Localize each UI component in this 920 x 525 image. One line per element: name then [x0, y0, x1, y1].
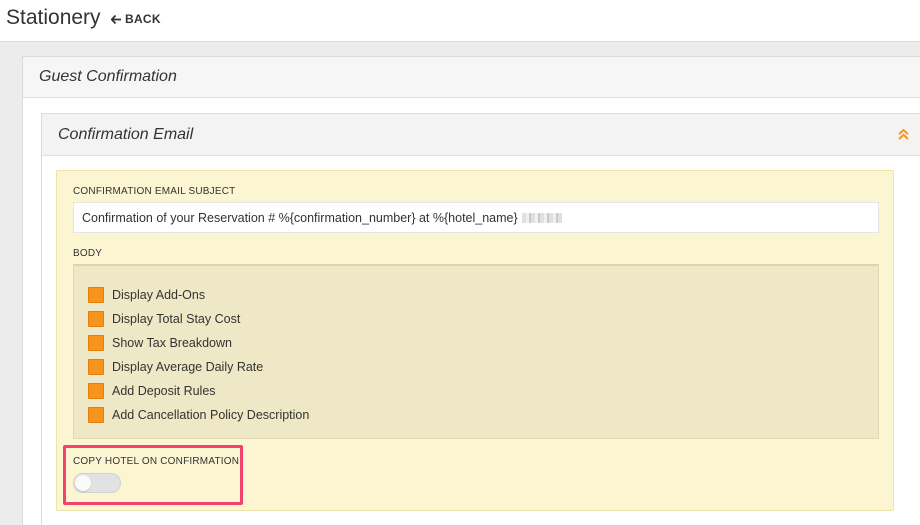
subject-label: CONFIRMATION EMAIL SUBJECT: [73, 186, 236, 197]
subject-input[interactable]: Confirmation of your Reservation # %{con…: [73, 202, 879, 233]
option-label: Add Deposit Rules: [112, 384, 216, 398]
body-option-display-add-ons[interactable]: Display Add-Ons: [88, 283, 309, 307]
option-toggle-square[interactable]: [88, 287, 104, 303]
body-options-list: Display Add-Ons Display Total Stay Cost …: [88, 283, 309, 427]
option-label: Add Cancellation Policy Description: [112, 408, 310, 422]
option-label: Display Average Daily Rate: [112, 360, 264, 374]
back-label: BACK: [125, 12, 161, 26]
confirmation-email-panel: Confirmation Email CONFIRMATION EMAIL SU…: [41, 113, 920, 525]
chevron-double-up-icon[interactable]: [898, 129, 909, 140]
body-option-add-deposit-rules[interactable]: Add Deposit Rules: [88, 379, 309, 403]
copy-hotel-toggle[interactable]: [73, 473, 121, 493]
option-toggle-square[interactable]: [88, 359, 104, 375]
confirmation-email-header[interactable]: Confirmation Email: [42, 114, 920, 156]
confirmation-email-title: Confirmation Email: [58, 125, 194, 143]
back-button[interactable]: BACK: [111, 12, 161, 26]
option-label: Display Total Stay Cost: [112, 312, 241, 326]
body-option-display-average-daily-rate[interactable]: Display Average Daily Rate: [88, 355, 309, 379]
guest-confirmation-panel: Guest Confirmation Confirmation Email CO…: [22, 56, 920, 525]
option-toggle-square[interactable]: [88, 407, 104, 423]
option-toggle-square[interactable]: [88, 383, 104, 399]
body-option-display-total-stay-cost[interactable]: Display Total Stay Cost: [88, 307, 309, 331]
option-toggle-square[interactable]: [88, 311, 104, 327]
page-title: Stationery: [6, 6, 101, 29]
arrow-left-icon: [111, 14, 121, 24]
copy-hotel-label: COPY HOTEL ON CONFIRMATION: [73, 456, 240, 467]
redacted-text: [521, 212, 562, 223]
subject-value: Confirmation of your Reservation # %{con…: [82, 210, 518, 225]
body-option-add-cancellation-policy[interactable]: Add Cancellation Policy Description: [88, 403, 309, 427]
body-options-box: Display Add-Ons Display Total Stay Cost …: [73, 264, 879, 439]
toggle-knob: [75, 475, 91, 491]
guest-confirmation-header: Guest Confirmation: [23, 57, 920, 98]
option-toggle-square[interactable]: [88, 335, 104, 351]
email-settings-area: CONFIRMATION EMAIL SUBJECT Confirmation …: [56, 170, 894, 511]
top-bar: Stationery BACK: [0, 0, 920, 42]
body-option-show-tax-breakdown[interactable]: Show Tax Breakdown: [88, 331, 309, 355]
body-label: BODY: [73, 248, 103, 259]
option-label: Display Add-Ons: [112, 288, 206, 302]
option-label: Show Tax Breakdown: [112, 336, 232, 350]
guest-confirmation-title: Guest Confirmation: [39, 68, 177, 85]
